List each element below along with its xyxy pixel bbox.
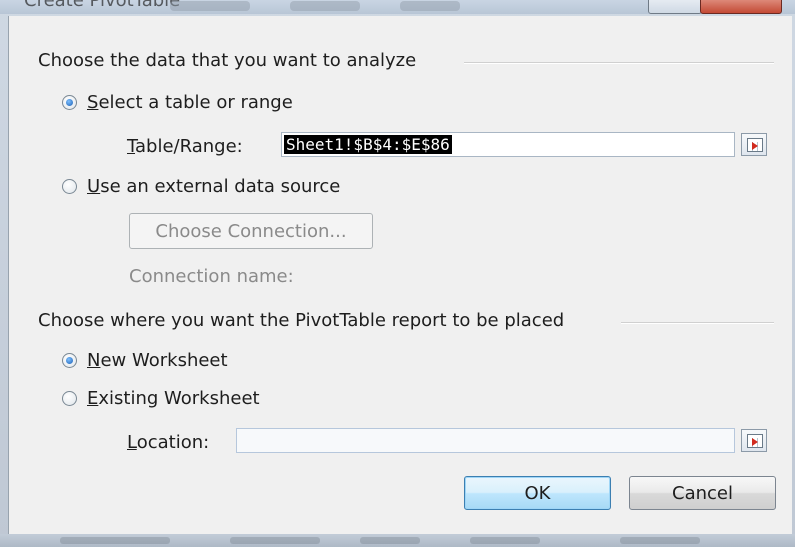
table-range-value: Sheet1!$B$4:$E$86 xyxy=(284,135,452,154)
select-table-radio[interactable] xyxy=(62,95,77,110)
section-divider xyxy=(464,62,774,64)
existing-worksheet-label[interactable]: Existing Worksheet xyxy=(87,388,260,409)
table-range-label: Table/Range: xyxy=(127,136,243,157)
select-table-label[interactable]: Select a table or range xyxy=(87,92,293,113)
dialog-title: Create PivotTable xyxy=(24,0,181,11)
new-worksheet-radio[interactable] xyxy=(62,353,77,368)
external-source-radio[interactable] xyxy=(62,179,77,194)
title-bar-blur xyxy=(170,1,250,11)
bottom-blur xyxy=(60,537,170,544)
close-button[interactable] xyxy=(700,0,782,14)
bottom-blur xyxy=(470,537,540,544)
range-picker-icon[interactable] xyxy=(741,133,767,156)
bottom-edge xyxy=(0,534,795,547)
existing-worksheet-radio[interactable] xyxy=(62,391,77,406)
location-label: Location: xyxy=(127,432,210,453)
range-picker-icon[interactable] xyxy=(741,429,767,452)
arrow-glyph xyxy=(752,438,758,446)
select-table-option[interactable]: Select a table or range xyxy=(62,92,293,113)
cancel-button[interactable]: Cancel xyxy=(629,476,776,510)
data-section-heading: Choose the data that you want to analyze xyxy=(38,50,417,71)
location-input[interactable] xyxy=(236,428,735,453)
section-divider xyxy=(621,322,774,324)
choose-connection-button[interactable]: Choose Connection... xyxy=(129,213,373,249)
title-bar-blur xyxy=(400,1,460,11)
new-worksheet-option[interactable]: New Worksheet xyxy=(62,350,228,371)
bottom-blur xyxy=(230,537,320,544)
bottom-blur xyxy=(360,537,420,544)
placement-section-heading: Choose where you want the PivotTable rep… xyxy=(38,310,565,331)
help-button[interactable] xyxy=(648,0,702,14)
external-source-option[interactable]: Use an external data source xyxy=(62,176,340,197)
external-source-label[interactable]: Use an external data source xyxy=(87,176,340,197)
dialog-frame: Create PivotTable Choose the data that y… xyxy=(0,0,795,547)
title-bar-blur xyxy=(290,1,360,11)
table-range-input[interactable]: Sheet1!$B$4:$E$86 xyxy=(281,132,735,157)
existing-worksheet-option[interactable]: Existing Worksheet xyxy=(62,388,260,409)
dialog-body: Choose the data that you want to analyze… xyxy=(8,16,792,534)
title-bar[interactable]: Create PivotTable xyxy=(0,0,795,14)
new-worksheet-label[interactable]: New Worksheet xyxy=(87,350,228,371)
connection-name-label: Connection name: xyxy=(129,266,294,287)
bottom-blur xyxy=(620,537,700,544)
arrow-glyph xyxy=(752,142,758,150)
ok-button[interactable]: OK xyxy=(464,476,611,510)
